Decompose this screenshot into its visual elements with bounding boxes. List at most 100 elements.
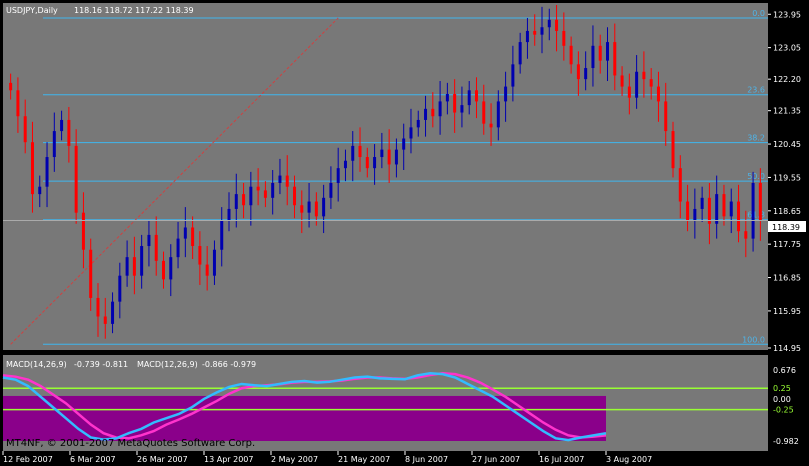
candle-body (81, 212, 85, 250)
candle-body (169, 257, 173, 280)
candle-body (504, 86, 508, 102)
candle-body (314, 201, 318, 217)
candle-body (16, 90, 20, 117)
time-axis[interactable]: 12 Feb 2007 6 Mar 2007 26 Mar 2007 13 Apr 2… (2, 451, 652, 464)
candle-body (438, 101, 442, 117)
candle-body (147, 234, 151, 247)
candle-body (671, 131, 675, 169)
time-tick-label: 8 Jun 2007 (405, 455, 448, 464)
fib-level-label-1: 23.6 (747, 86, 765, 95)
candle-body (198, 246, 202, 265)
candle-body (453, 93, 457, 113)
candle-body (300, 205, 304, 213)
macd-tick-label: -0.982 (773, 437, 799, 446)
candle-body (664, 101, 668, 132)
candle-body (293, 186, 297, 206)
price-axis[interactable]: 123.95 123.05 122.20 121.35 120.45 119.55 118.… (768, 10, 801, 353)
candle-body (176, 238, 180, 258)
candle-body (613, 42, 617, 76)
candle-body (394, 149, 398, 165)
symbol-timeframe: USDJPY,Daily (6, 6, 58, 15)
candle-body (343, 160, 347, 169)
candle-body (431, 108, 435, 117)
candle-body (132, 257, 136, 276)
candle-body (467, 90, 471, 106)
fib-level-label-5: 100.0 (742, 335, 765, 344)
macd-tick-label: 0.676 (773, 366, 796, 375)
candle-body (373, 157, 377, 169)
time-tick-label: 26 Mar 2007 (137, 455, 188, 464)
candle-body (620, 75, 624, 87)
candle-body (9, 82, 13, 91)
candle-body (445, 93, 449, 102)
candle-body (569, 45, 573, 65)
macd-tick-label: 0.25 (773, 384, 791, 393)
candle-body (547, 19, 551, 28)
time-tick-label: 2 May 2007 (271, 455, 318, 464)
price-tick-label: 123.95 (773, 10, 801, 19)
candle-body (307, 201, 311, 213)
candle-body (584, 68, 588, 80)
macd-main-label: MACD(14,26,9) (6, 360, 67, 369)
candle-body (23, 116, 27, 143)
candle-body (234, 194, 238, 209)
candle-body (52, 131, 56, 158)
candle-body (154, 234, 158, 261)
candle-body (707, 197, 711, 224)
candle-body (700, 197, 704, 209)
candle-body (74, 145, 78, 213)
candle-body (591, 45, 595, 69)
usdjpy-chart: 0.0 23.6 38.2 50.0 61.8 100.0 123.95 123.05 122… (2, 3, 806, 464)
candle-body (351, 145, 355, 161)
candle-body (729, 201, 733, 217)
candle-body (60, 119, 64, 132)
time-tick-label: 12 Feb 2007 (3, 455, 53, 464)
candle-body (96, 297, 100, 317)
candle-body (45, 157, 49, 187)
candle-body (30, 142, 34, 195)
candle-body (380, 149, 384, 158)
time-tick-label: 27 Jun 2007 (472, 455, 520, 464)
macd-second-label: MACD(12,26,9) (137, 360, 198, 369)
candle-body (416, 119, 420, 128)
candle-body (263, 190, 267, 198)
price-tick-label: 123.05 (773, 44, 801, 53)
candle-body (744, 231, 748, 239)
candle-body (518, 42, 522, 65)
candle-body (555, 19, 559, 31)
candle-body (649, 79, 653, 87)
price-tick-label: 118.65 (773, 207, 801, 216)
candle-body (686, 201, 690, 221)
candle-body (511, 64, 515, 87)
candle-body (525, 30, 529, 43)
candle-body (642, 71, 646, 80)
time-tick-label: 3 Aug 2007 (606, 455, 652, 464)
candle-body (678, 168, 682, 202)
current-price-label: 118.39 (772, 223, 800, 232)
candle-body (271, 182, 275, 198)
candle-body (424, 108, 428, 120)
fib-level-label-0: 0.0 (752, 9, 765, 18)
copyright-watermark: MT4NF, © 2001-2007 MetaQuotes Software C… (6, 438, 255, 449)
price-tick-label: 122.20 (773, 75, 801, 84)
candle-body (111, 301, 115, 324)
candle-body (656, 86, 660, 102)
candle-body (715, 194, 719, 224)
candle-body (722, 194, 726, 217)
candle-body (205, 264, 209, 276)
candle-body (606, 42, 610, 61)
candle-body (336, 168, 340, 183)
candle-body (758, 182, 762, 221)
macd-tick-label: 0.00 (773, 395, 791, 404)
ohlc-values: 118.16 118.72 117.22 118.39 (74, 6, 194, 15)
candle-body (365, 157, 369, 169)
time-tick-label: 16 Jul 2007 (539, 455, 584, 464)
candle-body (489, 123, 493, 128)
macd-axis: 0.676 0.25 0.00 -0.25 -0.982 (773, 366, 799, 446)
time-tick-label: 6 Mar 2007 (70, 455, 116, 464)
price-tick-label: 119.55 (773, 173, 801, 182)
macd-second-values: -0.866 -0.979 (202, 360, 256, 369)
candle-body (89, 249, 93, 298)
price-pane[interactable] (3, 3, 768, 350)
candle-body (38, 186, 42, 195)
